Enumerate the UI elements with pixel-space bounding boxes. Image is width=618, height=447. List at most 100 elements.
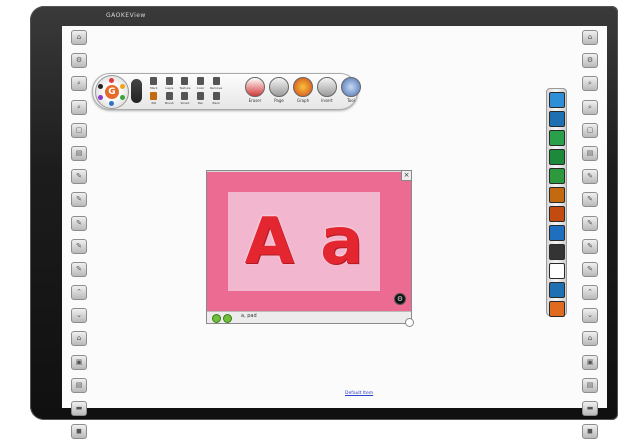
home-page-icon[interactable]: ⌂ (71, 331, 87, 347)
mini-tools-grid: Mark Lapis Texture Color Remove Pat Brus… (146, 77, 224, 107)
screen-icon[interactable]: ▣ (71, 354, 87, 370)
home-icon[interactable]: ⌂ (71, 30, 87, 45)
document-icon[interactable]: ▤ (582, 145, 598, 161)
keyboard-icon[interactable]: ▬ (582, 401, 598, 416)
tool-mark[interactable]: Mark (146, 77, 162, 92)
camera-icon[interactable]: ◼ (582, 424, 598, 440)
highlighter-icon[interactable]: ✎ (582, 261, 598, 277)
chevron-up-icon[interactable]: ⌃ (582, 285, 598, 301)
tool-lapis[interactable]: Lapis (162, 77, 178, 92)
tool-label: Back (212, 101, 220, 105)
graph-button[interactable]: Graph (293, 77, 313, 107)
document-icon[interactable]: ▤ (71, 145, 87, 161)
zoom-out-icon[interactable]: ⌕ (582, 99, 598, 115)
floating-toolbar: G Mark Lapis Texture Color Remove Pat Br… (92, 73, 361, 110)
page-icon[interactable]: ▢ (582, 122, 598, 138)
marker-icon[interactable]: ✎ (71, 215, 87, 231)
tool-label: Eraser (248, 98, 262, 103)
flashcard-window[interactable]: A a ⚙ × a, pad (206, 170, 414, 327)
tool-label: Insert (321, 98, 333, 103)
color-dot-icon[interactable] (109, 78, 114, 83)
insert-button[interactable]: Insert (317, 77, 337, 107)
tool-remove[interactable]: Remove (208, 77, 224, 92)
tool-brush[interactable]: Brush (162, 92, 178, 107)
tool-icon (341, 77, 361, 97)
strip-tool-icon[interactable] (549, 301, 565, 317)
tool-color[interactable]: Color (193, 77, 209, 92)
home-icon[interactable]: ⌂ (582, 30, 598, 45)
page-button[interactable]: Page (269, 77, 289, 107)
color-dot-icon[interactable] (109, 101, 114, 106)
list-icon[interactable]: ▤ (71, 377, 87, 393)
pen-icon[interactable]: ✎ (582, 169, 598, 185)
pencil-icon[interactable]: ✎ (71, 238, 87, 254)
strip-tool-icon[interactable] (549, 206, 565, 222)
color-dot-icon[interactable] (98, 84, 103, 89)
tool-smart[interactable]: Smart (177, 92, 193, 107)
chevron-down-icon[interactable]: ⌄ (71, 308, 87, 324)
strip-tool-icon[interactable] (549, 111, 565, 127)
tool-texture[interactable]: Texture (177, 77, 193, 92)
pat-icon (150, 92, 158, 100)
tool-strip (546, 88, 567, 317)
zoom-in-icon[interactable]: ⌕ (71, 76, 87, 92)
home-page-icon[interactable]: ⌂ (582, 331, 598, 347)
strip-tool-icon[interactable] (549, 282, 565, 298)
page-icon[interactable]: ▢ (71, 122, 87, 138)
resize-handle[interactable] (405, 318, 414, 327)
mark-icon (150, 77, 158, 85)
tool-back[interactable]: Back (208, 92, 224, 107)
prev-icon[interactable] (212, 314, 221, 323)
dial-center-icon[interactable]: G (105, 85, 119, 99)
remove-icon (212, 77, 220, 85)
color-icon (197, 77, 205, 85)
pencil-icon[interactable]: ✎ (582, 238, 598, 254)
strip-tool-icon[interactable] (549, 263, 565, 279)
gear-icon[interactable]: ⚙ (394, 293, 406, 305)
tool-pat[interactable]: Pat (146, 92, 162, 107)
screen-icon[interactable]: ▣ (582, 354, 598, 370)
strip-tool-icon[interactable] (549, 187, 565, 203)
flashcard-inner: A a (228, 192, 380, 291)
tool-button[interactable]: Tool (341, 77, 361, 107)
next-icon[interactable] (223, 314, 232, 323)
pen-icon[interactable]: ✎ (71, 169, 87, 185)
strip-tool-icon[interactable] (549, 225, 565, 241)
uppercase-letter: A (244, 204, 295, 279)
highlighter-icon[interactable]: ✎ (71, 261, 87, 277)
close-icon[interactable]: × (401, 170, 412, 181)
strip-tool-icon[interactable] (549, 244, 565, 260)
chevron-down-icon[interactable]: ⌄ (582, 308, 598, 324)
strip-tool-icon[interactable] (549, 130, 565, 146)
settings-icon[interactable]: ⚙ (582, 53, 598, 69)
tool-dial[interactable]: G (95, 75, 129, 109)
color-dot-icon[interactable] (98, 95, 103, 100)
tool-label: Smart (180, 101, 190, 105)
strip-tool-icon[interactable] (549, 149, 565, 165)
brush-icon (165, 92, 173, 100)
chevron-up-icon[interactable]: ⌃ (71, 285, 87, 301)
eraser-icon (245, 77, 265, 97)
list-icon[interactable]: ▤ (582, 377, 598, 393)
tool-label: Lapis (165, 86, 174, 90)
eraser-button[interactable]: Eraser (245, 77, 265, 107)
pen-icon (197, 92, 205, 100)
tool-label: Remove (210, 86, 223, 90)
right-sidebar: ⌂ ⚙ ⌕ ⌕ ▢ ▤ ✎ ✎ ✎ ✎ ✎ ⌃ ⌄ ⌂ ▣ ▤ ▬ ◼ (582, 30, 602, 447)
strip-tool-icon[interactable] (549, 168, 565, 184)
marker-icon[interactable]: ✎ (582, 215, 598, 231)
brush-icon[interactable]: ✎ (582, 192, 598, 208)
zoom-in-icon[interactable]: ⌕ (582, 76, 598, 92)
zoom-out-icon[interactable]: ⌕ (71, 99, 87, 115)
tool-pen[interactable]: Pen (193, 92, 209, 107)
brush-icon[interactable]: ✎ (71, 192, 87, 208)
default-item-link[interactable]: Default Item (345, 391, 373, 396)
strip-tool-icon[interactable] (549, 92, 565, 108)
keyboard-icon[interactable]: ▬ (71, 401, 87, 416)
flashcard-caption: a, pad (241, 313, 257, 319)
camera-icon[interactable]: ◼ (71, 424, 87, 440)
color-dot-icon[interactable] (120, 84, 125, 89)
lapis-icon (165, 77, 173, 85)
color-dot-icon[interactable] (120, 95, 125, 100)
settings-icon[interactable]: ⚙ (71, 53, 87, 69)
